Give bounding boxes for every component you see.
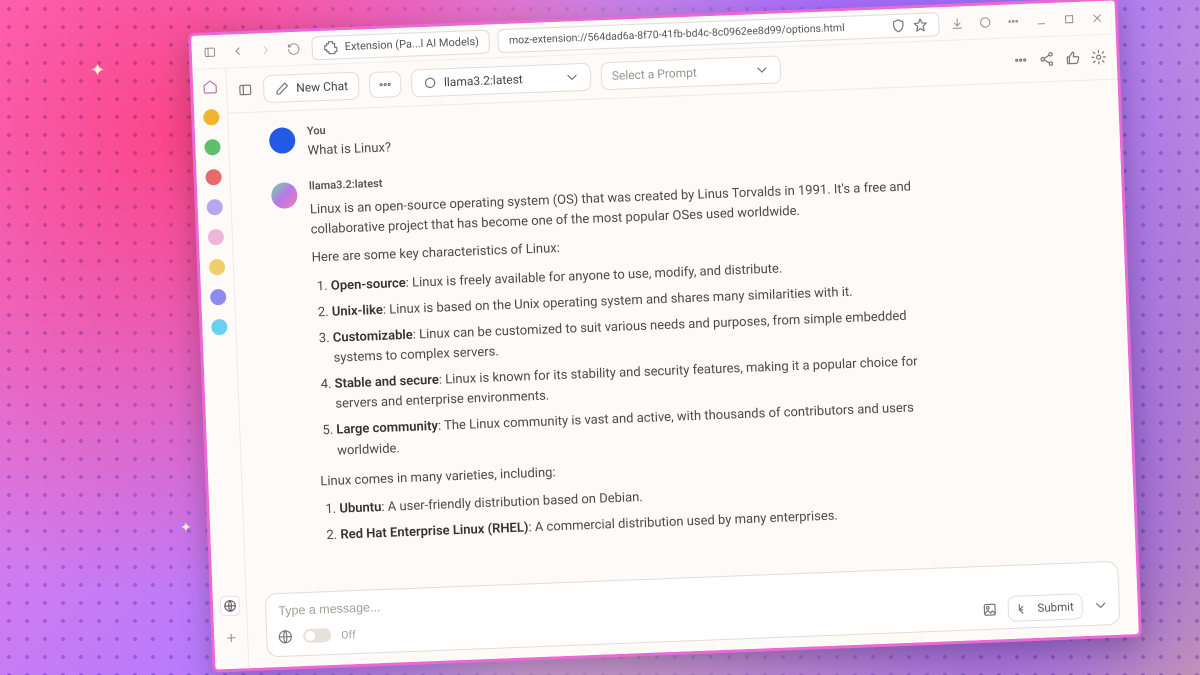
reload-icon[interactable] [283, 38, 304, 59]
sidebar-item-icon[interactable] [209, 289, 226, 306]
app-main: New Chat llama3.2:latest Select a Prompt [226, 34, 1138, 668]
sidebar-toggle-icon[interactable] [199, 41, 220, 62]
url-text: moz-extension://564dad6a-8f70-41fb-bd4c-… [509, 19, 885, 46]
model-select[interactable]: llama3.2:latest [410, 63, 591, 98]
toolbar-more-icon[interactable] [1012, 52, 1029, 69]
submit-menu-icon[interactable] [1092, 597, 1109, 614]
new-chat-button[interactable]: New Chat [263, 72, 360, 104]
more-icon [377, 76, 394, 93]
chevron-down-icon [564, 69, 581, 86]
prompt-select[interactable]: Select a Prompt [600, 55, 781, 90]
nav-back-icon[interactable] [227, 40, 248, 61]
prompt-placeholder: Select a Prompt [612, 66, 697, 83]
share-icon[interactable] [1038, 51, 1055, 68]
new-chat-label: New Chat [296, 79, 348, 95]
toolbar-more-button[interactable] [368, 71, 401, 98]
image-attach-icon[interactable] [981, 601, 998, 618]
message-user: You What is Linux? [269, 101, 910, 163]
characteristics-list: Open-source: Linux is freely available f… [331, 254, 922, 461]
browser-window: Extension (Pa...l AI Models) moz-extensi… [188, 0, 1142, 673]
submit-button[interactable]: Submit [1007, 593, 1083, 622]
shield-icon[interactable] [890, 17, 907, 34]
message-text: What is Linux? [307, 138, 391, 161]
sidebar-add-icon[interactable] [221, 629, 240, 648]
avatar-bot [271, 182, 298, 209]
panel-toggle-icon[interactable] [237, 82, 254, 99]
submit-label: Submit [1037, 600, 1074, 615]
bookmark-star-icon[interactable] [912, 16, 929, 33]
avatar-user [269, 127, 296, 154]
message-assistant: llama3.2:latest Linux is an open-source … [271, 157, 925, 558]
window-close-icon[interactable] [1087, 7, 1108, 28]
enter-icon [1016, 600, 1033, 617]
sidebar-item-icon[interactable] [208, 259, 225, 276]
extension-icon [322, 39, 339, 56]
tab-label: Extension (Pa...l AI Models) [344, 35, 479, 53]
window-maximize-icon[interactable] [1059, 8, 1080, 29]
globe-icon[interactable] [277, 628, 294, 645]
download-icon[interactable] [947, 13, 968, 34]
sidebar-item-icon[interactable] [211, 319, 228, 336]
sidebar-item-icon[interactable] [205, 169, 222, 186]
toggle-label: Off [341, 628, 356, 642]
sidebar-item-icon[interactable] [207, 229, 224, 246]
settings-gear-icon[interactable] [1090, 49, 1107, 66]
sidebar-item-icon[interactable] [204, 139, 221, 156]
model-selected-label: llama3.2:latest [444, 72, 523, 89]
sidebar-item-icon[interactable] [203, 109, 220, 126]
sidebar-item-icon[interactable] [206, 199, 223, 216]
thumbs-down-icon[interactable] [1064, 50, 1081, 67]
extensions-icon[interactable] [975, 12, 996, 33]
tab-chip[interactable]: Extension (Pa...l AI Models) [311, 29, 490, 60]
sidebar-globe-icon[interactable] [220, 597, 239, 616]
chevron-down-icon [753, 62, 770, 79]
overflow-menu-icon[interactable] [1003, 11, 1024, 32]
message-body: Linux is an open-source operating system… [310, 178, 925, 547]
window-minimize-icon[interactable] [1031, 9, 1052, 30]
model-icon [422, 75, 439, 92]
sidebar-home-icon[interactable] [200, 77, 219, 96]
web-toggle[interactable] [303, 628, 332, 643]
sender-name: You [307, 121, 391, 137]
chat-scroll[interactable]: You What is Linux? llama3.2:latest Linux… [228, 79, 1136, 588]
edit-icon [274, 80, 291, 97]
nav-forward-icon[interactable] [255, 39, 276, 60]
